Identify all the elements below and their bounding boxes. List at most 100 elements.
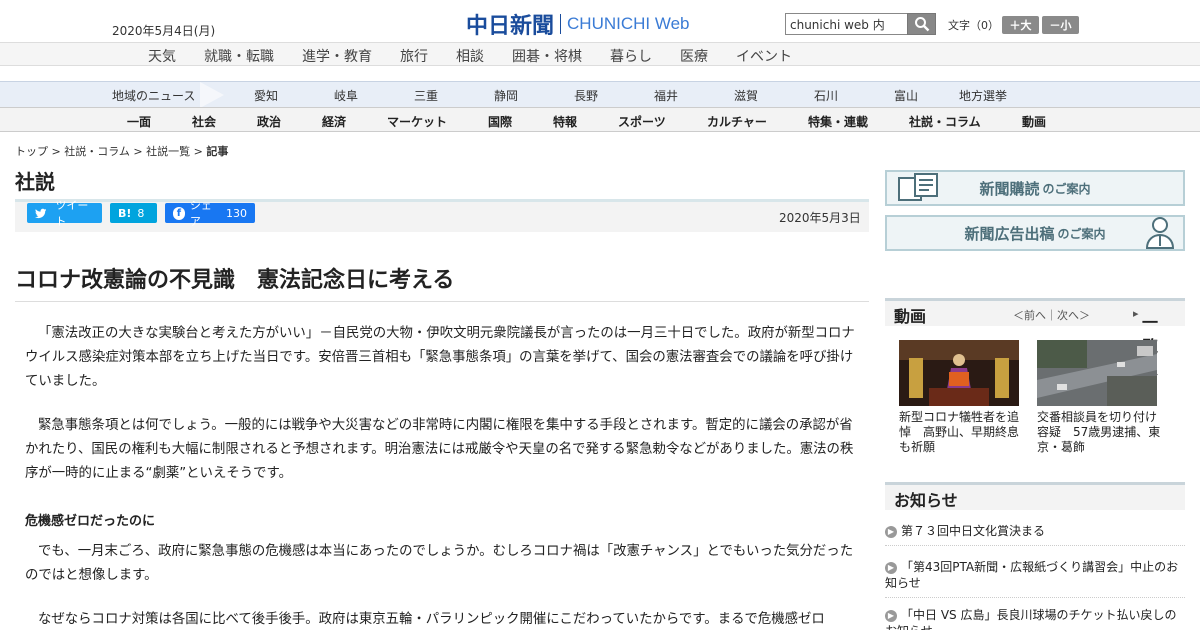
video-caption[interactable]: 新型コロナ犠牲者を追悼 高野山、早期終息も祈願 xyxy=(899,410,1024,455)
region-nav: 地域のニュース 愛知 岐阜 三重 静岡 長野 福井 滋賀 石川 富山 地方選挙 xyxy=(0,81,1200,108)
newspaper-icon xyxy=(898,173,938,201)
breadcrumb-editorial-column[interactable]: 社説・コラム xyxy=(64,145,130,158)
breadcrumb-editorial-list[interactable]: 社説一覧 xyxy=(146,145,190,158)
region-nav-arrow xyxy=(200,82,224,108)
region-item-nagano[interactable]: 長野 xyxy=(574,87,598,104)
video-list-link[interactable]: ▸ 一覧へ xyxy=(1133,307,1158,380)
arrow-circle-icon: ▶ xyxy=(885,609,897,622)
video-thumbnail[interactable] xyxy=(1037,340,1157,406)
hatena-count: 8 xyxy=(137,206,145,220)
temple-ceremony-image xyxy=(899,340,1019,406)
notice-item[interactable]: ▶「中日 VS 広島」長良川球場のチケット払い戻しのお知らせ xyxy=(885,607,1185,630)
site-header: 2020年5月4日(月) 中日新聞 CHUNICHI Web 文字（0） ＋大 … xyxy=(0,0,1200,42)
article-paragraph: なぜならコロナ対策は各国に比べて後手後手。政府は東京五輪・パラリンピック開催にこ… xyxy=(38,612,825,627)
breadcrumb-current: 記事 xyxy=(206,145,229,158)
section-item-video[interactable]: 動画 xyxy=(1022,113,1046,130)
headline-divider xyxy=(15,301,869,302)
section-item-culture[interactable]: カルチャー xyxy=(707,113,767,130)
subscribe-banner[interactable]: 新聞購読 のご案内 xyxy=(885,170,1185,206)
breadcrumb-sep: > xyxy=(129,145,147,158)
article-paragraph: 「憲法改正の大きな実験台と考えた方がいい」－自民党の大物・伊吹文明元衆院議長が言… xyxy=(25,326,855,389)
section-item-politics[interactable]: 政治 xyxy=(257,113,281,130)
video-section-header: 動画 ＜前へ｜次へ＞ ▸ 一覧へ xyxy=(885,298,1185,380)
nav-item-medical[interactable]: 医療 xyxy=(680,46,708,66)
notice-text: 第７３回中日文化賞決まる xyxy=(901,524,1046,538)
region-item-mie[interactable]: 三重 xyxy=(414,87,438,104)
advertise-banner[interactable]: 新聞広告出稿 のご案内 xyxy=(885,215,1185,251)
breadcrumb: トップ > 社説・コラム > 社説一覧 > 記事 xyxy=(15,143,228,159)
notice-section-header: お知らせ xyxy=(885,482,1185,510)
article-headline: コロナ改憲論の不見識 憲法記念日に考える xyxy=(15,268,455,293)
nav-item-weather[interactable]: 天気 xyxy=(148,46,176,66)
aerial-street-image xyxy=(1037,340,1157,406)
nav-item-events[interactable]: イベント xyxy=(736,46,792,66)
section-item-sports[interactable]: スポーツ xyxy=(618,113,666,130)
advertise-banner-sub: のご案内 xyxy=(1057,226,1106,241)
region-item-aichi[interactable]: 愛知 xyxy=(254,87,278,104)
region-nav-label: 地域のニュース xyxy=(112,89,196,103)
font-smaller-button[interactable]: －小 xyxy=(1042,16,1079,34)
search-icon xyxy=(914,17,929,32)
logo-text-en: CHUNICHI Web xyxy=(567,14,690,33)
hatena-bookmark-button[interactable]: B! 8 xyxy=(110,203,157,223)
nav-item-consult[interactable]: 相談 xyxy=(456,46,484,66)
notice-item[interactable]: ▶ 「第43回PTA新聞・広報紙づくり講習会」中止のお知らせ xyxy=(885,559,1185,598)
section-item-editorial[interactable]: 社説・コラム xyxy=(909,113,981,130)
video-section-title: 動画 xyxy=(894,307,927,326)
section-nav: 一面 社会 政治 経済 マーケット 国際 特報 スポーツ カルチャー 特集・連載… xyxy=(0,107,1200,132)
hatena-icon: B! xyxy=(118,206,132,220)
article-paragraph: でも、一月末ごろ、政府に緊急事態の危機感は本当にあったのでしょうか。むしろコロナ… xyxy=(25,544,854,583)
video-thumbnail[interactable] xyxy=(899,340,1019,406)
breadcrumb-sep: > xyxy=(48,145,65,158)
breadcrumb-sep: > xyxy=(190,145,207,158)
font-bigger-button[interactable]: ＋大 xyxy=(1002,16,1039,34)
tweet-button[interactable]: ツイート xyxy=(27,199,102,228)
region-item-local-election[interactable]: 地方選挙 xyxy=(959,87,1007,104)
nav-item-jobs[interactable]: 就職・転職 xyxy=(204,46,274,66)
notice-section-title: お知らせ xyxy=(894,491,958,510)
search-input[interactable] xyxy=(785,13,908,35)
nav-item-education[interactable]: 進学・教育 xyxy=(302,46,372,66)
video-caption[interactable]: 交番相談員を切り付け容疑 57歳男逮捕、東京・葛飾 xyxy=(1037,410,1162,455)
person-icon xyxy=(1145,217,1175,249)
notice-text: 「中日 VS 広島」長良川球場のチケット払い戻しのお知らせ xyxy=(885,608,1177,630)
article-subheading: 危機感ゼロだったのに xyxy=(25,514,156,529)
section-item-economy[interactable]: 経済 xyxy=(322,113,346,130)
section-item-market[interactable]: マーケット xyxy=(387,113,447,130)
logo-text-jp: 中日新聞 xyxy=(466,14,555,39)
article-date: 2020年5月3日 xyxy=(779,211,861,225)
section-item-features[interactable]: 特集・連載 xyxy=(808,113,868,130)
facebook-icon: f xyxy=(173,206,185,220)
section-item-society[interactable]: 社会 xyxy=(192,113,216,130)
section-item-front[interactable]: 一面 xyxy=(127,113,151,130)
facebook-share-count: 130 xyxy=(226,206,247,220)
section-item-tokuho[interactable]: 特報 xyxy=(553,113,577,130)
site-logo[interactable]: 中日新聞 CHUNICHI Web xyxy=(466,8,690,40)
facebook-share-label: シェア xyxy=(189,199,212,228)
region-item-ishikawa[interactable]: 石川 xyxy=(814,87,838,104)
section-title: 社説 xyxy=(15,170,55,194)
region-item-fukui[interactable]: 福井 xyxy=(654,87,678,104)
region-item-shizuoka[interactable]: 静岡 xyxy=(494,87,518,104)
logo-divider xyxy=(560,14,562,34)
region-item-toyama[interactable]: 富山 xyxy=(894,87,918,104)
font-size-label: 文字（0） xyxy=(948,19,999,32)
primary-nav: 天気 就職・転職 進学・教育 旅行 相談 囲碁・将棋 暮らし 医療 イベント xyxy=(0,42,1200,66)
breadcrumb-top[interactable]: トップ xyxy=(15,145,48,158)
facebook-share-button[interactable]: f シェア 130 xyxy=(165,199,255,228)
arrow-circle-icon: ▶ xyxy=(885,525,897,538)
search-button[interactable] xyxy=(907,13,936,35)
nav-item-travel[interactable]: 旅行 xyxy=(400,46,428,66)
article-paragraph: 緊急事態条項とは何でしょう。一般的には戦争や大災害などの非常時に内閣に権限を集中… xyxy=(25,418,854,481)
tweet-label: ツイート xyxy=(55,199,89,228)
subscribe-banner-sub: のご案内 xyxy=(1042,181,1091,196)
video-prev-next[interactable]: ＜前へ｜次へ＞ xyxy=(1013,307,1090,323)
section-item-world[interactable]: 国際 xyxy=(488,113,512,130)
nav-item-igo-shogi[interactable]: 囲碁・将棋 xyxy=(512,46,582,66)
advertise-banner-main: 新聞広告出稿 xyxy=(964,224,1055,243)
notice-text: 「第43回PTA新聞・広報紙づくり講習会」中止のお知らせ xyxy=(885,560,1179,590)
notice-item[interactable]: ▶ 第７３回中日文化賞決まる xyxy=(885,523,1185,546)
region-item-shiga[interactable]: 滋賀 xyxy=(734,87,758,104)
nav-item-living[interactable]: 暮らし xyxy=(610,46,652,66)
region-item-gifu[interactable]: 岐阜 xyxy=(334,87,358,104)
